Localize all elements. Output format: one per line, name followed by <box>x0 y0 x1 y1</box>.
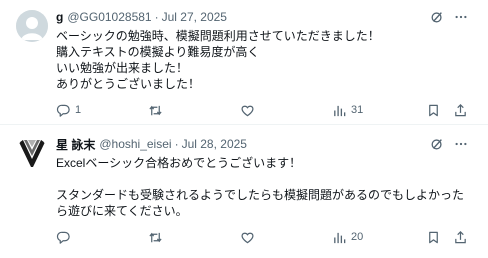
reply-count: 1 <box>75 104 82 116</box>
tweet-text: Excelベーシック合格おめでとうございます！ スタンダードも受験されるようでし… <box>56 155 474 219</box>
retweet-button[interactable] <box>148 103 167 118</box>
tweet-text-line: ら遊びに来てください。 <box>56 204 188 218</box>
share-button[interactable] <box>453 103 468 118</box>
like-icon <box>241 232 254 243</box>
grok-icon[interactable] <box>430 10 444 24</box>
bookmark-icon <box>429 231 438 243</box>
bookmark-button[interactable] <box>426 103 441 118</box>
view-count: 20 <box>351 231 364 243</box>
avatar[interactable] <box>16 137 48 169</box>
author-handle[interactable]: @GG01028581 <box>67 10 151 24</box>
views-button[interactable]: 31 <box>332 103 363 118</box>
views-icon <box>334 105 346 116</box>
reply-button[interactable]: 1 <box>56 103 81 118</box>
like-icon <box>241 105 254 116</box>
share-icon <box>455 230 466 243</box>
reply-icon <box>56 231 70 244</box>
tweet-text-line: ベーシックの勉強時、模擬問題利用させていただきました！ <box>56 29 380 43</box>
like-button[interactable] <box>240 230 259 245</box>
tweet-text-line: いい勉強が出来ました！ <box>56 61 189 75</box>
tweet-text-blank-line <box>56 171 474 187</box>
tweet-text: ベーシックの勉強時、模擬問題利用させていただきました！ 購入テキストの模擬より難… <box>56 28 474 92</box>
author-name[interactable]: 星 詠末 <box>56 136 95 153</box>
view-count: 31 <box>351 104 364 116</box>
views-icon <box>334 232 346 243</box>
default-avatar-icon <box>16 10 48 42</box>
tweet[interactable]: 星 詠末 @hoshi_eisei · Jul 28, 2025 Excelベー… <box>0 125 488 258</box>
author-handle[interactable]: @hoshi_eisei <box>99 137 171 151</box>
author-name[interactable]: g <box>56 10 63 24</box>
retweet-button[interactable] <box>148 230 167 245</box>
share-icon <box>455 103 466 116</box>
like-button[interactable] <box>240 103 259 118</box>
more-icon[interactable] <box>454 137 468 151</box>
more-icon[interactable] <box>454 10 468 24</box>
grok-icon[interactable] <box>430 137 444 151</box>
views-button[interactable]: 20 <box>332 230 363 245</box>
retweet-icon <box>149 232 162 242</box>
reply-button[interactable] <box>56 230 75 245</box>
tweet-text-line: 購入テキストの模擬より難易度が高く <box>56 45 260 59</box>
avatar[interactable] <box>16 10 48 42</box>
logo-icon <box>18 140 46 167</box>
tweet-actions: 20 <box>56 228 474 246</box>
bookmark-button[interactable] <box>426 230 441 245</box>
tweet-text-line: ありがとうございました！ <box>56 77 201 91</box>
separator: · <box>154 10 159 24</box>
tweet-date[interactable]: Jul 27, 2025 <box>162 10 227 24</box>
share-button[interactable] <box>453 230 468 245</box>
separator: · <box>174 137 179 151</box>
retweet-icon <box>149 105 162 115</box>
tweet[interactable]: g @GG01028581 · Jul 27, 2025 ベーシックの勉強時、模… <box>0 0 488 125</box>
tweet-actions: 1 31 <box>56 101 474 119</box>
tweet-text-line: Excelベーシック合格おめでとうございます！ <box>56 156 302 170</box>
tweet-date[interactable]: Jul 28, 2025 <box>182 137 247 151</box>
reply-icon <box>56 104 70 117</box>
bookmark-icon <box>429 104 438 116</box>
tweet-text-line: スタンダードも受験されるようでしたらも模擬問題があるのでもしよかった <box>56 188 465 202</box>
